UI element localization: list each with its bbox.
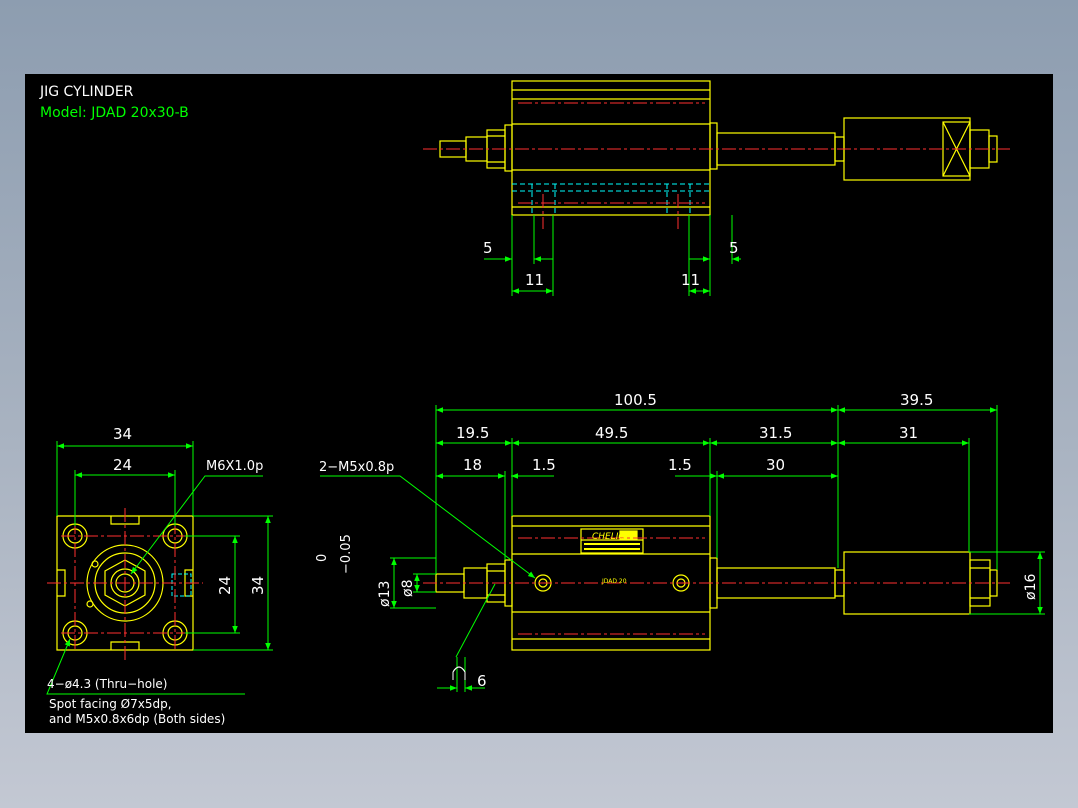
model-label: Model: JDAD 20x30-B bbox=[40, 105, 189, 121]
dim-phi8: ø8 bbox=[400, 580, 416, 597]
dim-phi13: ø13 bbox=[377, 581, 393, 607]
dim-6: 6 bbox=[477, 672, 487, 690]
front-view: 34 24 24 34 M6X1.0p 4−ø4.3 (Thru−hole) S… bbox=[46, 425, 273, 726]
dim-top-11-right: 11 bbox=[681, 271, 700, 289]
dim-100-5: 100.5 bbox=[614, 391, 657, 409]
tol-lower: −0.05 bbox=[339, 534, 354, 574]
side-model-label: JDAD 20 bbox=[601, 578, 627, 585]
dim-19-5: 19.5 bbox=[456, 424, 489, 442]
dim-30: 30 bbox=[766, 456, 785, 474]
dim-31: 31 bbox=[899, 424, 918, 442]
top-body-outline bbox=[511, 80, 711, 216]
dim-top-5-left: 5 bbox=[483, 239, 493, 257]
hole-note-2: Spot facing Ø7x5dp, bbox=[49, 697, 172, 711]
top-view: 5 5 11 11 bbox=[423, 80, 1010, 296]
port-section-sketch bbox=[452, 666, 466, 673]
dim-18: 18 bbox=[463, 456, 482, 474]
jig-cylinder-drawing: JIG CYLINDER Model: JDAD 20x30-B 5 5 11 … bbox=[39, 80, 1045, 726]
dim-front-24-side: 24 bbox=[216, 576, 234, 595]
brand-name: CHELIC bbox=[592, 532, 625, 542]
drawing-title: JIG CYLINDER bbox=[39, 84, 134, 100]
cad-drawing-canvas: JIG CYLINDER Model: JDAD 20x30-B 5 5 11 … bbox=[25, 74, 1053, 733]
tol-upper: 0 bbox=[315, 554, 330, 562]
thread-note: M6X1.0p bbox=[206, 459, 263, 474]
top-left-collar bbox=[504, 124, 513, 172]
dim-front-34-side: 34 bbox=[249, 576, 267, 595]
dim-31-5: 31.5 bbox=[759, 424, 792, 442]
dim-1-5-left: 1.5 bbox=[532, 456, 556, 474]
hole-note-3: and M5x0.8x6dp (Both sides) bbox=[49, 712, 225, 726]
thread-leader bbox=[130, 475, 263, 575]
hole-note-1: 4−ø4.3 (Thru−hole) bbox=[47, 677, 168, 691]
dim-49-5: 49.5 bbox=[595, 424, 628, 442]
side-view: CHELIC JDAD 20 100.5 39.5 19.5 49.5 31.5… bbox=[315, 391, 1045, 692]
port-note: 2−M5x0.8p bbox=[319, 460, 394, 475]
dim-front-34: 34 bbox=[113, 425, 132, 443]
top-right-collar bbox=[709, 122, 718, 170]
dim-1-5-right: 1.5 bbox=[668, 456, 692, 474]
dim-top-5-right: 5 bbox=[729, 239, 739, 257]
dim-top-11-left: 11 bbox=[525, 271, 544, 289]
dim-39-5: 39.5 bbox=[900, 391, 933, 409]
top-hidden-lines bbox=[512, 183, 710, 215]
dim-front-24: 24 bbox=[113, 456, 132, 474]
dim-phi16: ø16 bbox=[1023, 574, 1039, 600]
